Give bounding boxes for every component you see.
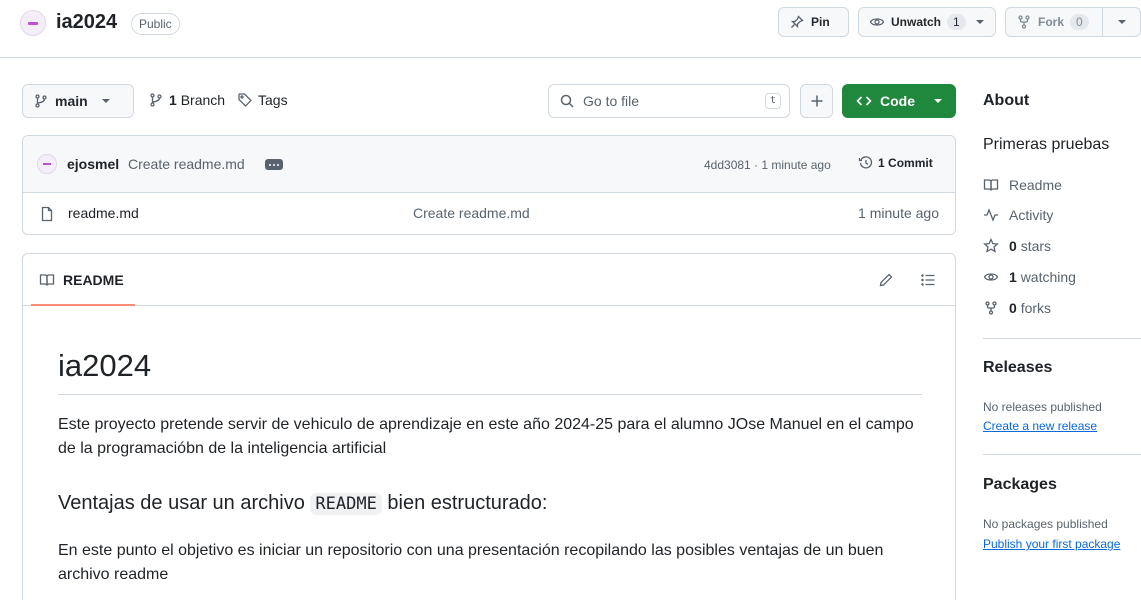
branches-label: Branch — [180, 92, 226, 108]
unwatch-button[interactable]: Unwatch 1 — [858, 7, 996, 37]
readme-paragraph-2: En este punto el objetivo es iniciar un … — [58, 542, 884, 583]
search-placeholder: Go to file — [583, 93, 640, 109]
eye-icon — [983, 273, 999, 281]
pin-button[interactable]: Pin — [778, 7, 849, 37]
author-avatar[interactable] — [37, 154, 57, 174]
commits-label: Commit — [888, 156, 933, 170]
commits-count: 1 — [878, 156, 885, 170]
go-to-file-input[interactable]: Go to file t — [548, 84, 790, 118]
h2-inline-code: README — [310, 493, 382, 515]
file-browser: ejosmel Create readme.md 4dd3081 · 1 min… — [22, 135, 956, 235]
outline-list-icon[interactable] — [920, 272, 936, 288]
branch-name: main — [55, 93, 88, 109]
releases-empty-text: No releases published — [983, 400, 1102, 414]
heading-divider — [58, 394, 922, 395]
unwatch-dropdown-caret[interactable] — [975, 20, 984, 24]
book-icon — [39, 274, 55, 286]
repo-description: Primeras pruebas — [983, 136, 1110, 153]
active-tab-underline — [31, 304, 135, 306]
activity-label: Activity — [1009, 207, 1054, 223]
pulse-icon — [984, 208, 998, 222]
sidebar-divider — [983, 454, 1141, 455]
pencil-icon[interactable] — [878, 272, 894, 288]
watching-count: 1 — [1009, 269, 1017, 285]
code-icon — [856, 96, 872, 106]
h2-text-after: bien estructurado: — [387, 492, 548, 514]
file-time: 1 minute ago — [858, 205, 939, 221]
visibility-badge: Public — [131, 13, 180, 35]
fork-dropdown-button[interactable] — [1102, 7, 1141, 37]
add-file-button[interactable] — [800, 84, 833, 118]
h2-text-before: Ventajas de usar un archivo — [58, 492, 305, 514]
tag-icon — [238, 93, 252, 107]
plus-icon — [811, 95, 822, 107]
packages-empty-text: No packages published — [983, 517, 1108, 531]
watching-link[interactable]: 1 watching — [983, 269, 1076, 285]
latest-commit-bar: ejosmel Create readme.md 4dd3081 · 1 min… — [23, 136, 955, 193]
stars-link[interactable]: 0 stars — [983, 238, 1051, 254]
create-release-link[interactable]: Create a new release — [983, 419, 1097, 433]
chevron-down-icon — [1117, 20, 1126, 24]
fork-button[interactable]: Fork 0 — [1005, 7, 1103, 37]
tags-link[interactable]: Tags — [237, 92, 288, 108]
pin-icon — [790, 15, 804, 29]
readme-heading-2: Ventajas de usar un archivo README bien … — [58, 492, 547, 515]
chevron-down-icon — [934, 99, 942, 103]
repo-owner-avatar[interactable] — [20, 10, 46, 36]
history-icon — [858, 156, 873, 169]
commit-author[interactable]: ejosmel — [67, 156, 119, 172]
readme-heading-1: ia2024 — [58, 348, 152, 383]
readme-tab[interactable]: README — [39, 272, 124, 288]
branch-selector[interactable]: main — [22, 84, 134, 118]
packages-title[interactable]: Packages — [983, 476, 1057, 494]
commits-link[interactable]: 1 Commit — [858, 155, 933, 171]
unwatch-label: Unwatch — [891, 15, 942, 29]
star-icon — [983, 238, 999, 253]
file-icon — [41, 206, 53, 222]
stars-label: stars — [1020, 238, 1052, 254]
sidebar-divider — [983, 338, 1141, 339]
commit-message[interactable]: Create readme.md — [128, 156, 245, 172]
search-icon — [560, 94, 574, 108]
watching-label: watching — [1020, 269, 1076, 285]
branch-icon — [35, 94, 47, 108]
readme-tab-label: README — [63, 272, 124, 288]
search-shortcut-key: t — [764, 93, 781, 109]
forks-link[interactable]: 0 forks — [983, 300, 1051, 316]
activity-link[interactable]: Activity — [983, 207, 1053, 223]
readme-panel: README ia2024 Este proyecto pretende ser… — [22, 253, 956, 600]
fork-counter: 0 — [1070, 14, 1089, 30]
watch-counter: 1 — [947, 14, 966, 30]
branch-icon — [150, 93, 162, 107]
commit-hash-time[interactable]: 4dd3081 · 1 minute ago — [704, 158, 831, 172]
code-button[interactable]: Code — [842, 84, 956, 118]
eye-icon — [869, 18, 885, 26]
file-commit-message[interactable]: Create readme.md — [413, 205, 530, 221]
header-divider — [0, 57, 1141, 58]
fork-icon — [1018, 15, 1030, 29]
readme-paragraph-1: Este proyecto pretende servir de vehicul… — [58, 416, 914, 457]
tags-label: Tags — [258, 92, 288, 108]
releases-title[interactable]: Releases — [983, 359, 1052, 377]
forks-label: forks — [1020, 300, 1052, 316]
pin-label: Pin — [811, 15, 830, 29]
code-label: Code — [880, 93, 915, 109]
readme-tabbar: README — [23, 254, 955, 306]
fork-label: Fork — [1038, 15, 1065, 29]
repo-name[interactable]: ia2024 — [56, 11, 117, 34]
about-title: About — [983, 92, 1030, 109]
stars-count: 0 — [1009, 238, 1017, 254]
readme-link-label: Readme — [1009, 177, 1062, 193]
book-icon — [983, 179, 999, 191]
branches-count: 1 — [169, 92, 177, 108]
readme-link[interactable]: Readme — [983, 177, 1062, 193]
chevron-down-icon — [101, 99, 110, 103]
commit-details-button[interactable] — [265, 159, 283, 170]
file-name[interactable]: readme.md — [68, 205, 139, 221]
file-row[interactable]: readme.md Create readme.md 1 minute ago — [23, 193, 955, 234]
publish-package-link[interactable]: Publish your first package — [983, 537, 1120, 551]
branches-link[interactable]: 1 Branch — [148, 92, 225, 108]
forks-count: 0 — [1009, 300, 1017, 316]
fork-icon — [985, 301, 997, 315]
